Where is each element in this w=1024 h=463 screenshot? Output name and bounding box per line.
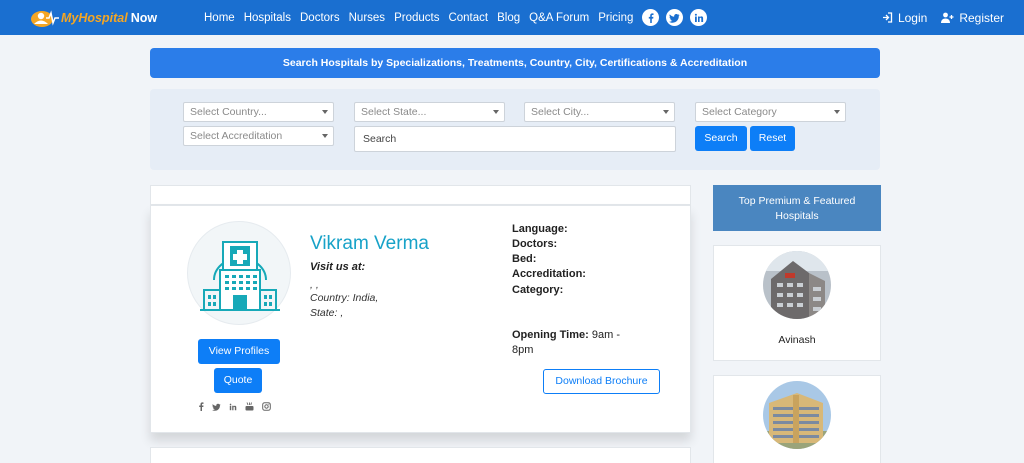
city-select-value: Select City... (531, 106, 590, 118)
brand-suffix: Now (130, 11, 158, 25)
search-button[interactable]: Search (695, 126, 747, 151)
brand-name: MyHospital (61, 11, 128, 25)
accreditation-select[interactable]: Select Accreditation (183, 126, 334, 146)
state-select-value: Select State... (361, 106, 427, 118)
language-label: Language: (512, 223, 568, 235)
visit-label: Visit us at: (310, 261, 366, 273)
auth-links: Login Register (868, 0, 1004, 35)
doctors-label: Doctors: (512, 238, 558, 250)
chevron-down-icon (322, 134, 328, 138)
address-line: , , (310, 279, 319, 291)
category-label: Category: (512, 284, 564, 296)
state-select[interactable]: Select State... (354, 102, 505, 122)
view-profiles-button[interactable]: View Profiles (198, 339, 280, 364)
accreditation-label: Accreditation: (512, 268, 586, 280)
user-plus-icon (941, 12, 954, 23)
search-panel: Select Country... Select State... Select… (150, 89, 880, 170)
nav-doctors[interactable]: Doctors (300, 12, 340, 24)
hospital-avatar (187, 221, 291, 325)
accreditation-select-value: Select Accreditation (190, 130, 283, 142)
twitter-icon[interactable] (212, 403, 221, 411)
nav-contact[interactable]: Contact (448, 12, 488, 24)
hospital-card: Vikram Verma Visit us at: , , Country: I… (150, 205, 691, 433)
search-banner: Search Hospitals by Specializations, Tre… (150, 48, 880, 78)
nav-qa-forum[interactable]: Q&A Forum (529, 12, 589, 24)
next-hospital-card (150, 447, 691, 463)
quote-button[interactable]: Quote (214, 368, 262, 393)
opening-time: Opening Time: 9am - (512, 329, 620, 341)
register-link[interactable]: Register (941, 11, 1004, 25)
chevron-down-icon (663, 110, 669, 114)
nav-home[interactable]: Home (204, 12, 235, 24)
facebook-icon[interactable] (642, 9, 660, 26)
hospital-photo (763, 381, 831, 449)
nav-pricing[interactable]: Pricing (598, 12, 633, 24)
reset-button[interactable]: Reset (750, 126, 795, 151)
hospital-building-icon (200, 241, 280, 311)
linkedin-icon[interactable] (229, 403, 237, 411)
featured-hospital-card[interactable] (713, 375, 881, 463)
nav-products[interactable]: Products (394, 12, 439, 24)
sidebar-header: Top Premium & Featured Hospitals (713, 185, 881, 231)
chevron-down-icon (322, 110, 328, 114)
instagram-icon[interactable] (262, 402, 271, 411)
bed-label: Bed: (512, 253, 537, 265)
featured-hospital-name[interactable]: Avinash (714, 334, 880, 346)
logo-icon (30, 8, 60, 28)
category-select-value: Select Category (702, 106, 777, 118)
top-navbar: MyHospital Now Home Hospitals Doctors Nur… (0, 0, 1024, 35)
country-select[interactable]: Select Country... (183, 102, 334, 122)
linkedin-icon[interactable] (690, 9, 708, 26)
sidebar-title-line1: Top Premium & Featured (738, 195, 856, 207)
hospital-photo (763, 251, 831, 319)
download-brochure-button[interactable]: Download Brochure (543, 369, 660, 394)
sidebar-title-line2: Hospitals (775, 210, 819, 222)
login-icon (882, 12, 893, 23)
nav-nurses[interactable]: Nurses (349, 12, 385, 24)
twitter-icon[interactable] (666, 9, 684, 26)
results-header-strip (150, 185, 691, 205)
nav-blog[interactable]: Blog (497, 12, 520, 24)
nav-links: Home Hospitals Doctors Nurses Products C… (204, 0, 714, 35)
youtube-icon[interactable] (245, 402, 254, 411)
chevron-down-icon (834, 110, 840, 114)
login-label: Login (897, 10, 928, 25)
opening-value-end: 8pm (512, 344, 534, 356)
country-select-value: Select Country... (190, 106, 267, 118)
search-input[interactable]: Search (354, 126, 676, 152)
opening-label: Opening Time: (512, 329, 589, 341)
city-select[interactable]: Select City... (524, 102, 675, 122)
nav-hospitals[interactable]: Hospitals (244, 12, 291, 24)
state-line: State: , (310, 307, 344, 319)
country-line: Country: India, (310, 292, 379, 304)
brand-logo-link[interactable]: MyHospital Now (30, 7, 157, 29)
register-label: Register (959, 10, 1004, 25)
hospital-social-links (198, 402, 279, 411)
featured-hospital-card[interactable]: Avinash (713, 245, 881, 361)
opening-value: 9am - (591, 329, 620, 341)
login-link[interactable]: Login (882, 11, 927, 25)
facebook-icon[interactable] (198, 402, 204, 411)
chevron-down-icon (493, 110, 499, 114)
hospital-name[interactable]: Vikram Verma (310, 233, 429, 255)
category-select[interactable]: Select Category (695, 102, 846, 122)
